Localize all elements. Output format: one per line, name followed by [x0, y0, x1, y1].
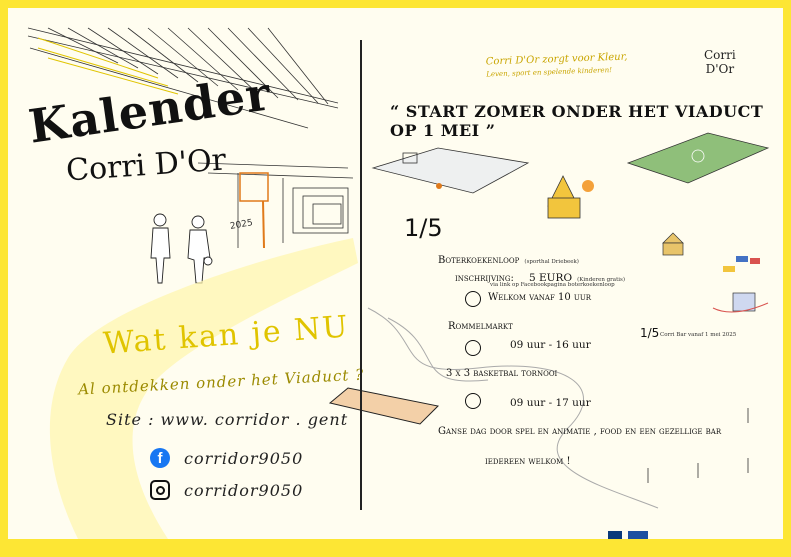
logo-line1: Corri	[704, 48, 736, 62]
website-link[interactable]: Site : www. corridor . gent	[106, 410, 348, 429]
run-time: Welkom vanaf 10 uur	[488, 292, 591, 303]
field-drawing	[626, 132, 770, 184]
clock-icon	[465, 393, 481, 409]
tagline: Corri D'Or zorgt voor Kleur, Leven, spor…	[486, 51, 629, 82]
facebook-link[interactable]: f corridor9050	[150, 448, 303, 468]
run-location: (sporthal Driebeek)	[524, 259, 579, 265]
event-run: Boterkoekenloop (sporthal Driebeek)	[438, 248, 579, 267]
instagram-handle: corridor9050	[184, 480, 304, 500]
registration-link[interactable]: via link op Facebookpagina boterkoekenlo…	[490, 282, 615, 288]
court-drawing	[371, 147, 530, 194]
day-program: Ganse dag door spel en animatie , food e…	[438, 426, 722, 437]
corridor-logo: Corri D'Or	[704, 48, 736, 76]
clock-icon	[465, 291, 481, 307]
bar-date-note: Corri Bar vanaf 1 mei 2025	[660, 332, 737, 338]
basket-title: 3 x 3 basketbal tornooi	[446, 368, 558, 379]
page-divider	[360, 40, 362, 510]
calendar-poster: Kalender Corri D'Or 2025 Wat kan je NU A…	[8, 8, 783, 539]
facebook-handle: corridor9050	[184, 448, 304, 468]
welcome-text: iedereen welkom !	[485, 456, 571, 467]
market-time: 09 uur - 16 uur	[510, 339, 591, 351]
facebook-icon: f	[150, 448, 170, 468]
instagram-icon	[150, 480, 170, 500]
logo-line2: D'Or	[705, 62, 735, 76]
market-title: Rommelmarkt	[448, 321, 513, 332]
players-drawing	[150, 213, 213, 284]
run-title: Boterkoekenloop	[438, 255, 520, 266]
clock-icon	[465, 340, 481, 356]
basket-time: 09 uur - 17 uur	[510, 397, 591, 409]
event-date: 1/5	[404, 214, 443, 242]
event-headline: “ START ZOMER ONDER HET VIADUCT OP 1 MEI…	[390, 102, 764, 140]
bar-date: 1/5	[640, 326, 660, 340]
instagram-link[interactable]: corridor9050	[150, 480, 303, 500]
